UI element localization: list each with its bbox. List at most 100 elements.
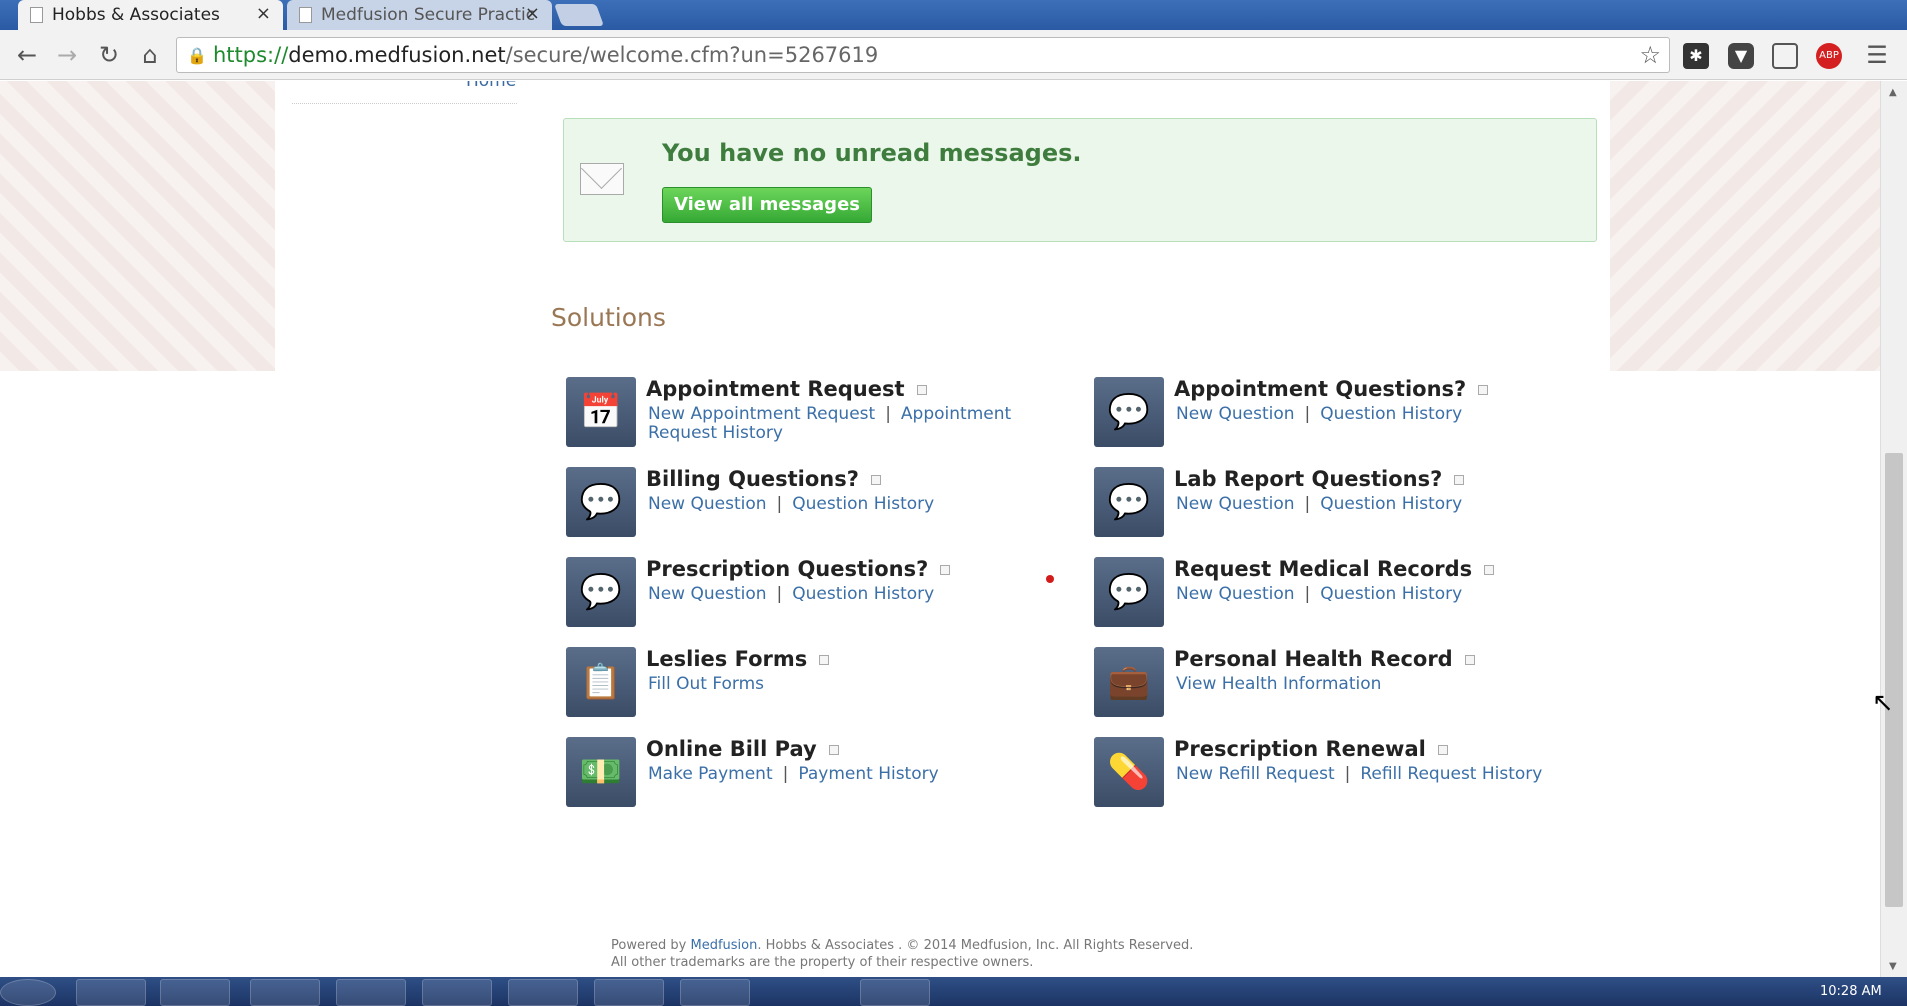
page-footer: Powered by Medfusion. Hobbs & Associates… (611, 937, 1193, 971)
home-link[interactable]: Home (466, 81, 516, 91)
tab-title: Medfusion Secure Practic (321, 5, 536, 25)
close-tab-icon[interactable]: × (256, 3, 271, 24)
solution-title-text: Prescription Questions? (646, 557, 929, 581)
extension-icon[interactable]: ✱ (1683, 43, 1709, 69)
scroll-up-icon[interactable]: ▲ (1889, 87, 1897, 98)
pill-icon: 💊 (1094, 737, 1164, 807)
solution-title-text: Appointment Questions? (1174, 377, 1467, 401)
link-separator: | (1344, 764, 1351, 784)
info-icon[interactable] (1437, 745, 1448, 755)
solution-links: New Appointment Request | Appointment Requ… (648, 405, 1048, 443)
scroll-down-icon[interactable]: ▼ (1889, 961, 1897, 972)
info-icon[interactable] (1464, 655, 1475, 665)
windows-taskbar: 10:28 AM (0, 977, 1907, 1006)
view-all-messages-button[interactable]: View all messages (662, 187, 872, 223)
solution-title: Prescription Questions? (646, 557, 951, 581)
view-health-information-link[interactable]: View Health Information (1176, 674, 1381, 694)
new-question-link[interactable]: New Question (1176, 494, 1295, 514)
taskbar-app-icon[interactable] (860, 979, 930, 1006)
info-icon[interactable] (819, 655, 830, 665)
taskbar-app-icon[interactable] (422, 979, 492, 1006)
fill-out-forms-link[interactable]: Fill Out Forms (648, 674, 764, 694)
make-payment-link[interactable]: Make Payment (648, 764, 773, 784)
new-question-link[interactable]: New Question (1176, 584, 1295, 604)
close-tab-icon[interactable]: × (525, 3, 540, 24)
question-history-link[interactable]: Question History (792, 584, 934, 604)
footer-copyright: . Hobbs & Associates . © 2014 Medfusion,… (757, 938, 1194, 953)
link-separator: | (782, 764, 789, 784)
solution-prescription-questions: 💬 Prescription Questions? New Question | Q… (566, 557, 1086, 637)
solution-appointment-request: 📅 Appointment Request New Appointment Re… (566, 377, 1086, 457)
new-appointment-request-link[interactable]: New Appointment Request (648, 404, 875, 424)
solution-links: Fill Out Forms (648, 675, 1048, 694)
url-host: demo.medfusion.net (288, 43, 506, 67)
info-icon[interactable] (1454, 475, 1465, 485)
new-refill-request-link[interactable]: New Refill Request (1176, 764, 1335, 784)
question-history-link[interactable]: Question History (1320, 494, 1462, 514)
messages-status: You have no unread messages. (662, 139, 1082, 167)
medfusion-link[interactable]: Medfusion (691, 938, 758, 953)
payment-history-link[interactable]: Payment History (798, 764, 938, 784)
solution-links: Make Payment | Payment History (648, 765, 1048, 784)
money-icon: 💵 (566, 737, 636, 807)
footer-powered-by: Powered by (611, 938, 687, 953)
question-history-link[interactable]: Question History (1320, 404, 1462, 424)
info-icon[interactable] (1484, 565, 1495, 575)
chat-bubbles-icon: 💬 (1094, 467, 1164, 537)
taskbar-app-icon[interactable] (160, 979, 230, 1006)
back-icon[interactable]: ← (12, 40, 42, 70)
url-path: /secure/welcome.cfm?un=5267619 (505, 43, 879, 67)
medical-record-icon: 💼 (1094, 647, 1164, 717)
new-question-link[interactable]: New Question (648, 584, 767, 604)
new-question-link[interactable]: New Question (1176, 404, 1295, 424)
taskbar-app-icon[interactable] (680, 979, 750, 1006)
cast-icon[interactable] (1772, 43, 1798, 69)
new-tab-button[interactable] (553, 4, 605, 26)
taskbar-app-icon[interactable] (250, 979, 320, 1006)
vertical-scrollbar[interactable]: ▲ ▼ (1880, 81, 1907, 977)
solution-leslies-forms: 📋 Leslies Forms Fill Out Forms (566, 647, 1086, 727)
home-icon[interactable]: ⌂ (135, 40, 165, 70)
pocket-icon[interactable]: ▼ (1728, 43, 1754, 69)
info-icon[interactable] (916, 385, 927, 395)
info-icon[interactable] (870, 475, 881, 485)
refill-request-history-link[interactable]: Refill Request History (1360, 764, 1542, 784)
taskbar-app-icon[interactable] (594, 979, 664, 1006)
info-icon[interactable] (828, 745, 839, 755)
new-question-link[interactable]: New Question (648, 494, 767, 514)
solution-lab-report-questions: 💬 Lab Report Questions? New Question | Que… (1094, 467, 1614, 547)
info-icon[interactable] (1478, 385, 1489, 395)
divider (292, 103, 517, 104)
envelope-icon (580, 163, 624, 195)
scrollbar-thumb[interactable] (1885, 453, 1903, 907)
forward-icon[interactable]: → (52, 40, 82, 70)
question-history-link[interactable]: Question History (1320, 584, 1462, 604)
solution-title: Prescription Renewal (1174, 737, 1448, 761)
start-button[interactable] (0, 979, 56, 1006)
chat-bubbles-icon: 💬 (1094, 377, 1164, 447)
taskbar-app-icon[interactable] (336, 979, 406, 1006)
menu-icon[interactable]: ☰ (1862, 40, 1892, 70)
question-history-link[interactable]: Question History (792, 494, 934, 514)
url-text[interactable]: https://demo.medfusion.net/secure/welcom… (213, 43, 878, 67)
reload-icon[interactable]: ↻ (94, 40, 124, 70)
info-icon[interactable] (940, 565, 951, 575)
chrome-taskbar-icon[interactable] (508, 979, 578, 1006)
solution-title: Online Bill Pay (646, 737, 839, 761)
taskbar-clock: 10:28 AM (1820, 984, 1882, 999)
solution-title-text: Online Bill Pay (646, 737, 817, 761)
tab-medfusion[interactable]: Medfusion Secure Practic × (287, 0, 552, 30)
url-scheme: https:// (213, 43, 289, 67)
left-nav-panel (275, 81, 565, 977)
address-bar[interactable]: 🔒 https://demo.medfusion.net/secure/welc… (176, 37, 1670, 73)
solution-title-text: Lab Report Questions? (1174, 467, 1443, 491)
link-separator: | (1304, 404, 1311, 424)
explorer-taskbar-icon[interactable] (76, 979, 146, 1006)
adblock-icon[interactable]: ABP (1816, 43, 1842, 69)
bookmark-star-icon[interactable]: ☆ (1639, 41, 1661, 69)
tab-hobbs-associates[interactable]: Hobbs & Associates × (18, 0, 283, 30)
solution-title-text: Appointment Request (646, 377, 905, 401)
solution-appointment-questions: 💬 Appointment Questions? New Question | Qu… (1094, 377, 1614, 457)
mouse-pointer-icon: ↖ (1872, 688, 1894, 718)
solution-title-text: Billing Questions? (646, 467, 859, 491)
